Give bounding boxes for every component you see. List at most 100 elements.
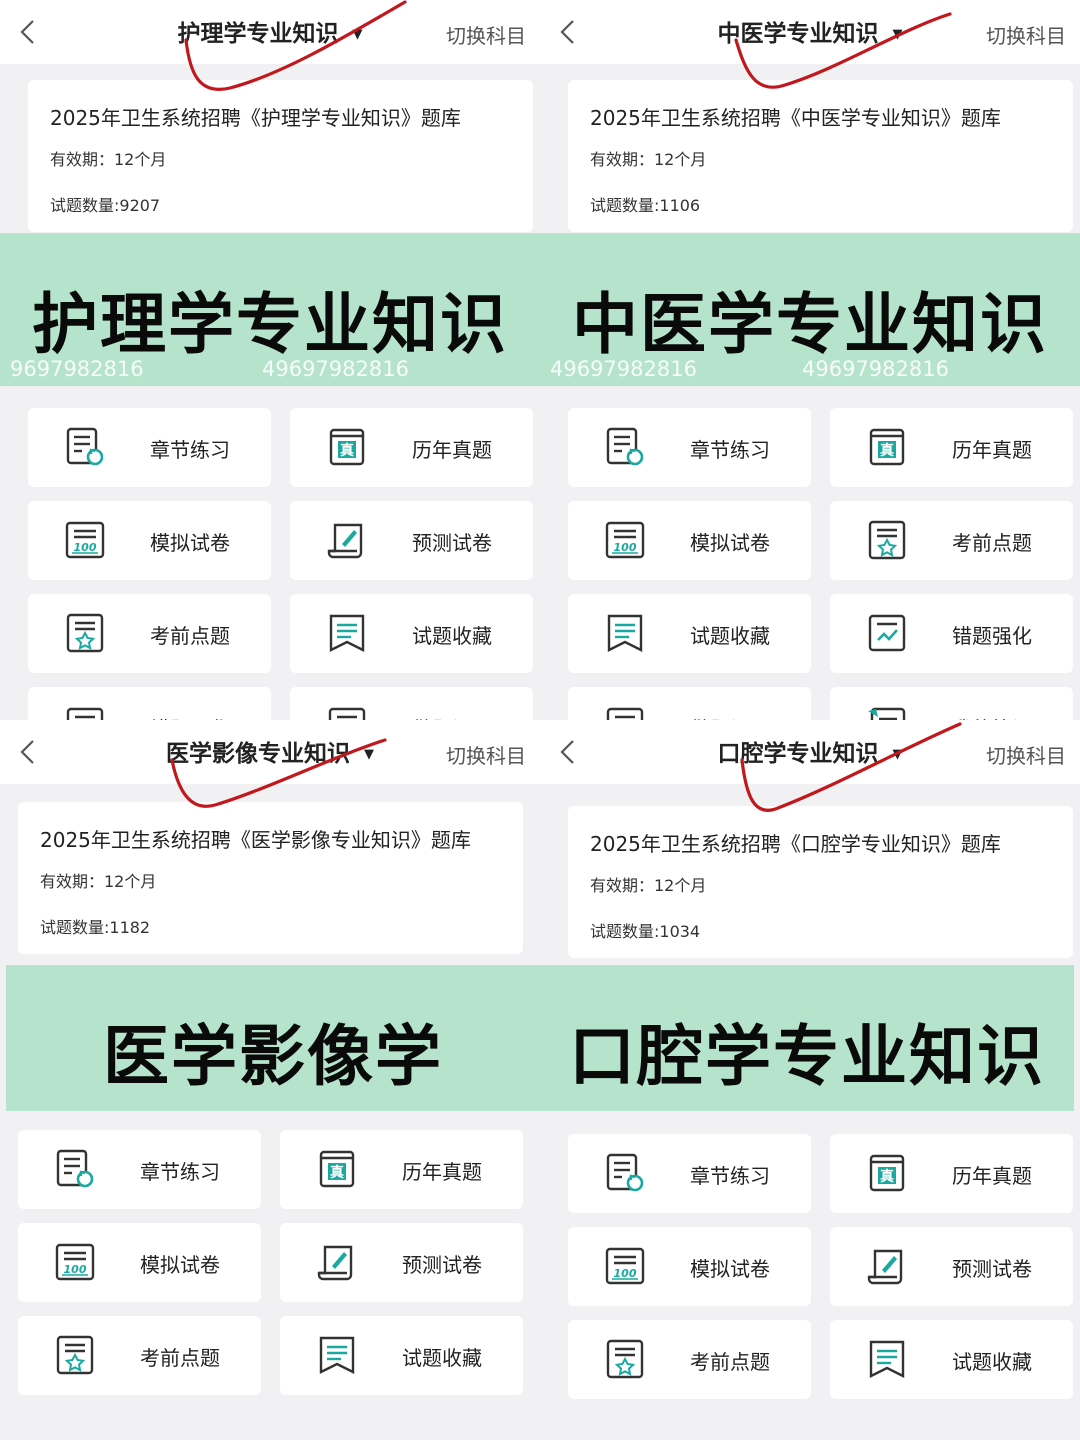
svg-text:100: 100 <box>614 1267 637 1280</box>
watermark-text: 9697982816 <box>10 357 144 381</box>
tile-key-points[interactable]: 考前点题 <box>18 1316 261 1395</box>
tile-label: 章节练习 <box>690 1164 770 1188</box>
tile-label: 我的笔记 <box>952 713 1032 720</box>
mock-exam-icon: 100 <box>54 1241 96 1283</box>
validity-label: 有效期：12个月 <box>50 150 167 169</box>
bank-title: 2025年卫生系统招聘《中医学专业知识》题库 <box>590 106 1001 130</box>
top-bar: 中医学专业知识 ▼ 切换科目 <box>540 0 1080 64</box>
svg-text:真: 真 <box>340 442 354 459</box>
tile-chapter-practice[interactable]: 章节练习 <box>28 408 271 487</box>
tile-history[interactable]: 做题记录 <box>290 687 533 720</box>
question-bank-card: 2025年卫生系统招聘《中医学专业知识》题库有效期：12个月 试题数量:1106 <box>568 80 1073 232</box>
key-points-icon <box>866 519 908 561</box>
tile-mock-exam[interactable]: 100 模拟试卷 <box>568 501 811 580</box>
tile-mock-exam[interactable]: 100 模拟试卷 <box>18 1223 261 1302</box>
favorites-icon <box>604 612 646 654</box>
tile-label: 历年真题 <box>952 1164 1032 1188</box>
tile-favorites[interactable]: 试题收藏 <box>290 594 533 673</box>
tile-label: 模拟试卷 <box>150 531 230 555</box>
caret-down-icon: ▼ <box>364 747 374 762</box>
past-exam-icon: 真 <box>866 1152 908 1194</box>
tile-predict-exam[interactable]: 预测试卷 <box>830 1227 1073 1306</box>
chapter-practice-icon <box>54 1148 96 1190</box>
tile-favorites[interactable]: 试题收藏 <box>568 594 811 673</box>
tile-past-exam[interactable]: 真 历年真题 <box>830 1134 1073 1213</box>
panel-3: 医学影像专业知识 ▼ 切换科目 2025年卫生系统招聘《医学影像专业知识》题库 有效期：… <box>0 720 540 1440</box>
tile-favorites[interactable]: 试题收藏 <box>280 1316 523 1395</box>
banner-text: 医学影像学 <box>103 1018 443 1095</box>
question-count: 试题数量:9207 <box>50 196 161 215</box>
validity-label: 有效期：12个月 <box>590 876 707 895</box>
tile-label: 章节练习 <box>140 1160 220 1184</box>
tile-label: 试题收藏 <box>412 624 492 648</box>
tile-label: 试题收藏 <box>402 1346 482 1370</box>
key-points-icon <box>604 1338 646 1380</box>
watermark-text: 49697982816 <box>550 357 697 381</box>
tile-label: 章节练习 <box>690 438 770 462</box>
past-exam-icon: 真 <box>326 426 368 468</box>
tile-wrong-questions[interactable]: 错题强化 <box>28 687 271 720</box>
tile-chapter-practice[interactable]: 章节练习 <box>18 1130 261 1209</box>
bank-title: 2025年卫生系统招聘《口腔学专业知识》题库 <box>590 832 1001 856</box>
switch-subject-link[interactable]: 切换科目 <box>446 740 526 769</box>
banner-text: 护理学专业知识 <box>32 286 508 363</box>
favorites-icon <box>316 1334 358 1376</box>
past-exam-icon: 真 <box>316 1148 358 1190</box>
notes-icon <box>866 705 908 720</box>
panel-4: 口腔学专业知识 ▼ 切换科目 2025年卫生系统招聘《口腔学专业知识》题库有效期：12… <box>540 720 1080 1440</box>
subject-title: 医学影像专业知识 <box>166 741 350 767</box>
top-bar: 护理学专业知识 ▼ 切换科目 <box>0 0 540 64</box>
mock-exam-icon: 100 <box>604 1245 646 1287</box>
tile-past-exam[interactable]: 真 历年真题 <box>830 408 1073 487</box>
tile-key-points[interactable]: 考前点题 <box>568 1320 811 1399</box>
tile-label: 历年真题 <box>952 438 1032 462</box>
question-bank-card: 2025年卫生系统招聘《护理学专业知识》题库 有效期：12个月 试题数量:9207 <box>28 80 533 232</box>
tile-label: 考前点题 <box>140 1346 220 1370</box>
tile-predict-exam[interactable]: 预测试卷 <box>290 501 533 580</box>
switch-subject-link[interactable]: 切换科目 <box>986 740 1066 769</box>
tile-wrong-questions[interactable]: 错题强化 <box>830 594 1073 673</box>
tile-favorites[interactable]: 试题收藏 <box>830 1320 1073 1399</box>
tile-label: 试题收藏 <box>690 624 770 648</box>
question-count: 试题数量:1106 <box>590 196 701 215</box>
favorites-icon <box>866 1338 908 1380</box>
tile-label: 试题收藏 <box>952 1350 1032 1374</box>
svg-text:100: 100 <box>614 541 637 554</box>
subject-banner: 护理学专业知识 9697982816 49697982816 <box>0 233 540 386</box>
banner-text: 中医学专业知识 <box>572 286 1048 363</box>
history-icon <box>326 705 368 720</box>
panel-2: 中医学专业知识 ▼ 切换科目 2025年卫生系统招聘《中医学专业知识》题库有效期：12… <box>540 0 1080 720</box>
top-bar: 口腔学专业知识 ▼ 切换科目 <box>540 720 1080 784</box>
tile-label: 历年真题 <box>412 438 492 462</box>
tile-predict-exam[interactable]: 预测试卷 <box>280 1223 523 1302</box>
tile-past-exam[interactable]: 真 历年真题 <box>290 408 533 487</box>
tile-mock-exam[interactable]: 100 模拟试卷 <box>28 501 271 580</box>
predict-exam-icon <box>326 519 368 561</box>
tile-label: 预测试卷 <box>952 1257 1032 1281</box>
tile-label: 做题记录 <box>412 713 492 720</box>
favorites-icon <box>326 612 368 654</box>
caret-down-icon: ▼ <box>352 27 363 42</box>
tile-key-points[interactable]: 考前点题 <box>28 594 271 673</box>
tile-chapter-practice[interactable]: 章节练习 <box>568 1134 811 1213</box>
tile-label: 错题强化 <box>150 713 230 720</box>
svg-text:100: 100 <box>64 1263 87 1276</box>
question-bank-card: 2025年卫生系统招聘《口腔学专业知识》题库 有效期：12个月 试题数量:1034 <box>568 806 1073 958</box>
switch-subject-link[interactable]: 切换科目 <box>986 20 1066 49</box>
svg-text:100: 100 <box>74 541 97 554</box>
tile-label: 模拟试卷 <box>690 1257 770 1281</box>
tile-label: 考前点题 <box>952 531 1032 555</box>
chapter-practice-icon <box>604 426 646 468</box>
switch-subject-link[interactable]: 切换科目 <box>446 20 526 49</box>
tile-mock-exam[interactable]: 100 模拟试卷 <box>568 1227 811 1306</box>
tile-notes[interactable]: 我的笔记 <box>830 687 1073 720</box>
tile-history[interactable]: 做题记录 <box>568 687 811 720</box>
past-exam-icon: 真 <box>866 426 908 468</box>
tile-label: 考前点题 <box>690 1350 770 1374</box>
tile-chapter-practice[interactable]: 章节练习 <box>568 408 811 487</box>
predict-exam-icon <box>316 1241 358 1283</box>
validity-label: 有效期：12个月 <box>590 150 707 169</box>
tile-past-exam[interactable]: 真 历年真题 <box>280 1130 523 1209</box>
watermark-text: 49697982816 <box>802 357 949 381</box>
tile-key-points[interactable]: 考前点题 <box>830 501 1073 580</box>
